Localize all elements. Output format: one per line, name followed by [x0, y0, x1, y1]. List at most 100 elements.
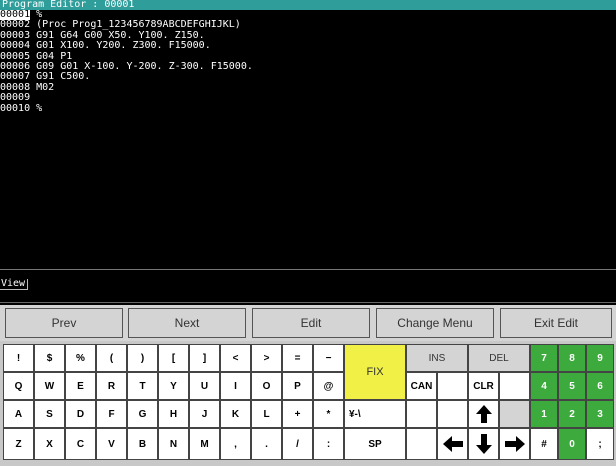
key-i[interactable]: I: [220, 372, 251, 400]
key-comma[interactable]: ,: [220, 428, 251, 460]
arrow-right-icon: [504, 436, 525, 452]
key-equals[interactable]: =: [282, 344, 313, 372]
key-l[interactable]: L: [251, 400, 282, 428]
line-number: 00010: [0, 102, 31, 114]
blank-key[interactable]: [406, 428, 437, 460]
arrow-left-key[interactable]: [437, 428, 468, 460]
key-k[interactable]: K: [220, 400, 251, 428]
key-right-paren[interactable]: ): [127, 344, 158, 372]
key-2[interactable]: 2: [558, 400, 586, 428]
key-slash[interactable]: /: [282, 428, 313, 460]
program-line[interactable]: 00008 M02: [0, 81, 616, 93]
key-less-than[interactable]: <: [220, 344, 251, 372]
view-panel: View: [0, 278, 616, 304]
program-line[interactable]: 00004 G01 X100. Y200. Z300. F15000.: [0, 40, 616, 52]
key-c[interactable]: C: [65, 428, 96, 460]
key-b[interactable]: B: [127, 428, 158, 460]
program-line[interactable]: 00006 G09 G01 X-100. Y-200. Z-300. F1500…: [0, 60, 616, 72]
del-key[interactable]: DEL: [468, 344, 530, 372]
key-d[interactable]: D: [65, 400, 96, 428]
key-n[interactable]: N: [158, 428, 189, 460]
next-button[interactable]: Next: [128, 308, 246, 338]
key-greater-than[interactable]: >: [251, 344, 282, 372]
editor-divider: [0, 269, 616, 270]
arrow-down-key[interactable]: [468, 428, 499, 460]
can-key[interactable]: CAN: [406, 372, 437, 400]
key-right-bracket[interactable]: ]: [189, 344, 220, 372]
blank-key[interactable]: [437, 372, 468, 400]
key-o[interactable]: O: [251, 372, 282, 400]
key-hash[interactable]: #: [530, 428, 558, 460]
key-semicolon[interactable]: ;: [586, 428, 614, 460]
blank-key[interactable]: [499, 372, 530, 400]
key-percent[interactable]: %: [65, 344, 96, 372]
key-0[interactable]: 0: [558, 428, 586, 460]
line-text: G91 G64 G00 X50. Y100. Z150.: [30, 29, 205, 41]
blank-key[interactable]: [437, 400, 468, 428]
key-m[interactable]: M: [189, 428, 220, 460]
key-v[interactable]: V: [96, 428, 127, 460]
key-x[interactable]: X: [34, 428, 65, 460]
key-s[interactable]: S: [34, 400, 65, 428]
program-line[interactable]: 00007 G91 C500.: [0, 71, 616, 82]
key-1[interactable]: 1: [530, 400, 558, 428]
fix-key[interactable]: FIX: [344, 344, 406, 400]
arrow-up-key[interactable]: [468, 400, 499, 428]
view-divider: [0, 302, 616, 303]
space-key[interactable]: SP: [344, 428, 406, 460]
key-g[interactable]: G: [127, 400, 158, 428]
key-7[interactable]: 7: [530, 344, 558, 372]
key-u[interactable]: U: [189, 372, 220, 400]
line-text: G09 G01 X-100. Y-200. Z-300. F15000.: [30, 60, 253, 72]
key-left-bracket[interactable]: [: [158, 344, 189, 372]
line-text: G01 X100. Y200. Z300. F15000.: [30, 40, 211, 52]
change-menu-button[interactable]: Change Menu: [376, 308, 494, 338]
blank-gray-key[interactable]: [499, 400, 530, 428]
program-editor-area[interactable]: 00001 % 00002 (Proc Prog1_123456789ABCDEF…: [0, 9, 616, 268]
edit-button[interactable]: Edit: [252, 308, 370, 338]
program-line[interactable]: 00010 %: [0, 102, 616, 114]
prev-button[interactable]: Prev: [5, 308, 123, 338]
key-period[interactable]: .: [251, 428, 282, 460]
key-t[interactable]: T: [127, 372, 158, 400]
line-number: 00009: [0, 92, 31, 104]
key-f[interactable]: F: [96, 400, 127, 428]
line-text: %: [30, 102, 43, 114]
title-bar: Program Editor : 00001: [0, 0, 616, 10]
key-a[interactable]: A: [3, 400, 34, 428]
key-6[interactable]: 6: [586, 372, 614, 400]
key-4[interactable]: 4: [530, 372, 558, 400]
key-left-paren[interactable]: (: [96, 344, 127, 372]
key-9[interactable]: 9: [586, 344, 614, 372]
key-dollar[interactable]: $: [34, 344, 65, 372]
key-exclaim[interactable]: !: [3, 344, 34, 372]
key-plus[interactable]: +: [282, 400, 313, 428]
ins-key[interactable]: INS: [406, 344, 468, 372]
key-e[interactable]: E: [65, 372, 96, 400]
key-j[interactable]: J: [189, 400, 220, 428]
exit-edit-button[interactable]: Exit Edit: [500, 308, 612, 338]
program-line[interactable]: 00009: [0, 92, 616, 104]
key-colon[interactable]: :: [313, 428, 344, 460]
line-text: %: [30, 9, 43, 20]
key-y[interactable]: Y: [158, 372, 189, 400]
key-asterisk[interactable]: *: [313, 400, 344, 428]
line-text: M02: [30, 81, 55, 93]
clr-key[interactable]: CLR: [468, 372, 499, 400]
blank-key[interactable]: [406, 400, 437, 428]
key-yen-minus-backslash[interactable]: ¥-\: [344, 400, 406, 428]
view-label: View: [0, 279, 29, 290]
key-at[interactable]: @: [313, 372, 344, 400]
key-minus[interactable]: −: [313, 344, 344, 372]
key-8[interactable]: 8: [558, 344, 586, 372]
line-text: G04 P1: [30, 50, 73, 62]
arrow-right-key[interactable]: [499, 428, 530, 460]
key-5[interactable]: 5: [558, 372, 586, 400]
key-r[interactable]: R: [96, 372, 127, 400]
key-p[interactable]: P: [282, 372, 313, 400]
key-h[interactable]: H: [158, 400, 189, 428]
key-q[interactable]: Q: [3, 372, 34, 400]
key-w[interactable]: W: [34, 372, 65, 400]
key-z[interactable]: Z: [3, 428, 34, 460]
key-3[interactable]: 3: [586, 400, 614, 428]
